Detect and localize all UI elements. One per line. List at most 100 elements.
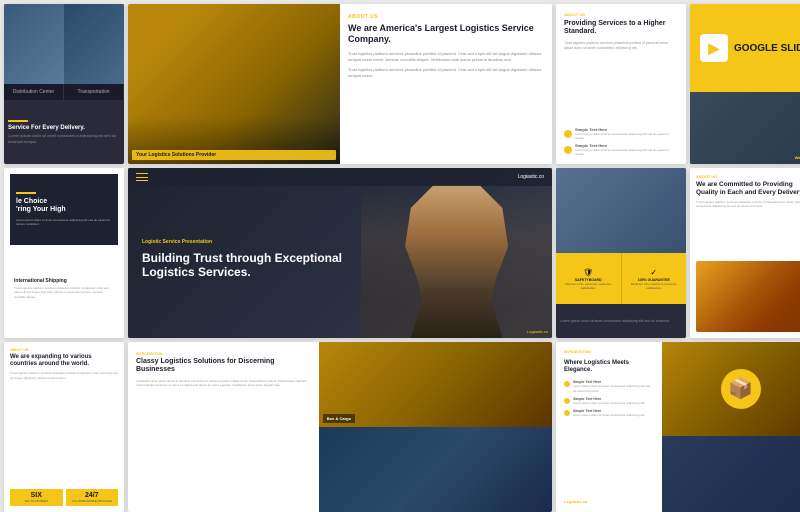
card11-bullet1: Simple Text Here Lorem ipsum dolor sit a… [564,380,654,392]
card9-stat2: 24/7 24H WORLDWIDE PACKAGE [66,489,119,506]
card4-warehouse-image [690,92,800,164]
card7-badge-guarantee: ✓ 100% GUARANTEE Minimum info, maximum c… [622,253,687,304]
card10-title: Classy Logistics Solutions for Discernin… [136,358,311,375]
card3-bullet1-content: Simple Text Here Lorem ipsum dolor sit a… [575,127,678,140]
card2-image-area: Your Logistics Solutions Provider [128,4,340,164]
card3-bullet2-dot [564,146,572,154]
card2-main-title: We are America's Largest Logistics Servi… [348,23,544,45]
card11-bullet3-sub: Lorem ipsum dolor sit amet consectetur a… [573,413,645,417]
card5-yellow-bar [16,192,36,194]
card10-image-top: Box & Cargo [319,342,552,427]
card3-bullet2: Simple Text Here Lorem ipsum dolor sit a… [564,143,678,156]
card10-section-label: INTRODUCTION [136,352,311,356]
card5-line1: le Choice [16,198,112,206]
slide-card-2[interactable]: Your Logistics Solutions Provider ABOUT … [128,4,552,164]
card1-tagline: Service For Every Delivery. [8,125,120,131]
card11-title: Where Logistics Meets Elegance. [564,360,654,374]
card9-stat1-number: SIX [13,492,60,499]
card5-light-bottom: International Shipping Trust logistics p… [10,245,118,332]
card8-warehouse-image [696,261,800,332]
card11-bullet1-dot [564,381,570,387]
card4-google-label: GOOGLE SLIDE [734,43,800,54]
main-grid: Distribution Center Transportation Servi… [0,0,800,500]
hero-main-title: Building Trust through Exceptional Logis… [142,251,347,280]
card5-line2: 'ring Your High [16,206,112,214]
card4-warehouse-label: Warehouse [795,155,800,160]
card11-left-area: INTRODUCTION Where Logistics Meets Elega… [556,342,662,512]
card1-label-bar: Distribution Center Transportation [4,84,124,100]
slide-card-4[interactable]: ▶ GOOGLE SLIDE Warehouse [690,4,800,164]
slide-card-1[interactable]: Distribution Center Transportation Servi… [4,4,124,164]
card3-bullet2-content: Simple Text Here Lorem ipsum dolor sit a… [575,143,678,156]
card3-bullets: Simple Text Here Lorem ipsum dolor sit a… [564,127,678,156]
card5-intl-label: International Shipping [14,278,114,284]
card2-text-area: ABOUT US We are America's Largest Logist… [340,4,552,164]
slide-card-11[interactable]: INTRODUCTION Where Logistics Meets Elega… [556,342,800,512]
card7-body: Lorem ipsum dolor sit amet consectetur a… [560,319,682,324]
card10-image-bottom [319,427,552,512]
hamburger-icon[interactable] [136,173,148,181]
person-silhouette [361,168,552,338]
badge-safety-sub: Minimum info, maximum customer satisfact… [559,282,618,290]
slide-card-10[interactable]: INTRODUCTION Classy Logistics Solutions … [128,342,552,512]
card8-body: Trust logistics platform services phasel… [696,200,800,257]
card11-right-area: 📦 [662,342,800,512]
card2-bottom-label: Your Logistics Solutions Provider [132,150,336,160]
slide-card-9[interactable]: ABOUT US We are expanding to various cou… [4,342,124,512]
card11-bullet2-sub: Lorem ipsum dolor sit amet consectetur a… [573,401,645,405]
card7-bottom-text: Lorem ipsum dolor sit amet consectetur a… [556,304,686,338]
card1-bottom-content: Service For Every Delivery. Lorem ipsum … [4,100,124,164]
card10-right-area: Box & Cargo [319,342,552,512]
card3-title: Providing Services to a Higher Standard. [564,20,678,37]
card11-bullet2-dot [564,398,570,404]
google-slides-icon: ▶ [700,34,728,62]
slide-card-hero[interactable]: Logiastic.co Logistic Service Presentati… [128,168,552,338]
card4-bottom-section: Warehouse [690,92,800,164]
card11-bullet3-content: Simple Text Here Lorem ipsum dolor sit a… [573,409,645,417]
card11-bullet3: Simple Text Here Lorem ipsum dolor sit a… [564,409,654,417]
card3-bullet2-sub: Lorem ipsum dolor sit amet consectetur a… [575,148,678,156]
card7-badge-safety: 🛡 SAFETYBOARD Minimum info, maximum cust… [556,253,622,304]
crane-image [128,4,340,164]
guarantee-icon: ✓ [650,268,657,277]
card2-body1: Trust logistics platform services phasel… [348,51,544,63]
card11-section-label: INTRODUCTION [564,350,654,354]
card3-body: Trust logistics platform services phasel… [564,41,678,123]
card9-stats-row: SIX SIX COUNTRIES 24/7 24H WORLDWIDE PAC… [10,489,118,506]
card2-section-label: ABOUT US [348,14,544,20]
card11-bullets: Simple Text Here Lorem ipsum dolor sit a… [564,380,654,493]
hero-service-label: Logistic Service Presentation [142,239,347,245]
hero-nav-bar: Logiastic.co [128,168,552,186]
card11-bullet2-content: Simple Text Here Lorem ipsum dolor sit a… [573,397,645,405]
hero-person-image [361,168,552,338]
label-transportation: Transportation [64,84,124,100]
card3-bullet1-dot [564,130,572,138]
card11-bullet1-sub: Lorem ipsum dolor sit amet consectetur a… [573,384,654,392]
card5-dark-top: le Choice 'ring Your High Lorem ipsum do… [10,174,118,245]
card10-body: Vestibulum ante ipsum primis in faucibus… [136,379,311,502]
card1-top-row [4,4,124,84]
hero-bottom-logo: Logiastic.co [527,329,548,334]
card3-bullet1-sub: Lorem ipsum dolor sit amet consectetur a… [575,132,678,140]
card3-section-label: ABOUT US [564,12,678,17]
nav-logo: Logiastic.co [518,174,544,180]
card11-bullet1-content: Simple Text Here Lorem ipsum dolor sit a… [573,380,654,392]
slide-card-3[interactable]: ABOUT US Providing Services to a Higher … [556,4,686,164]
cargo-icon: 📦 [721,369,761,409]
card5-intl-body: Trust logistics platform services phasel… [14,286,114,300]
plane-image [556,168,686,253]
card11-bottom-image [662,436,800,512]
card2-body2: Trust logistics platform services phasel… [348,67,544,79]
truck-image [64,4,124,84]
card4-google-content: ▶ GOOGLE SLIDE [696,30,800,66]
label-distribution: Distribution Center [4,84,64,100]
card9-stat1: SIX SIX COUNTRIES [10,489,63,506]
card1-body: Lorem ipsum dolor sit amet consectetur a… [8,133,120,144]
card9-body: Trust logistics platform services phasel… [10,371,118,485]
safety-icon: 🛡 [583,268,593,277]
slide-card-5[interactable]: le Choice 'ring Your High Lorem ipsum do… [4,168,124,338]
card1-half-right [64,4,124,84]
slide-card-7[interactable]: 🛡 SAFETYBOARD Minimum info, maximum cust… [556,168,686,338]
slide-card-8[interactable]: ABOUT US We are Committed to Providing Q… [690,168,800,338]
card5-body: Lorem ipsum dolor sit amet consectetur a… [16,218,112,227]
